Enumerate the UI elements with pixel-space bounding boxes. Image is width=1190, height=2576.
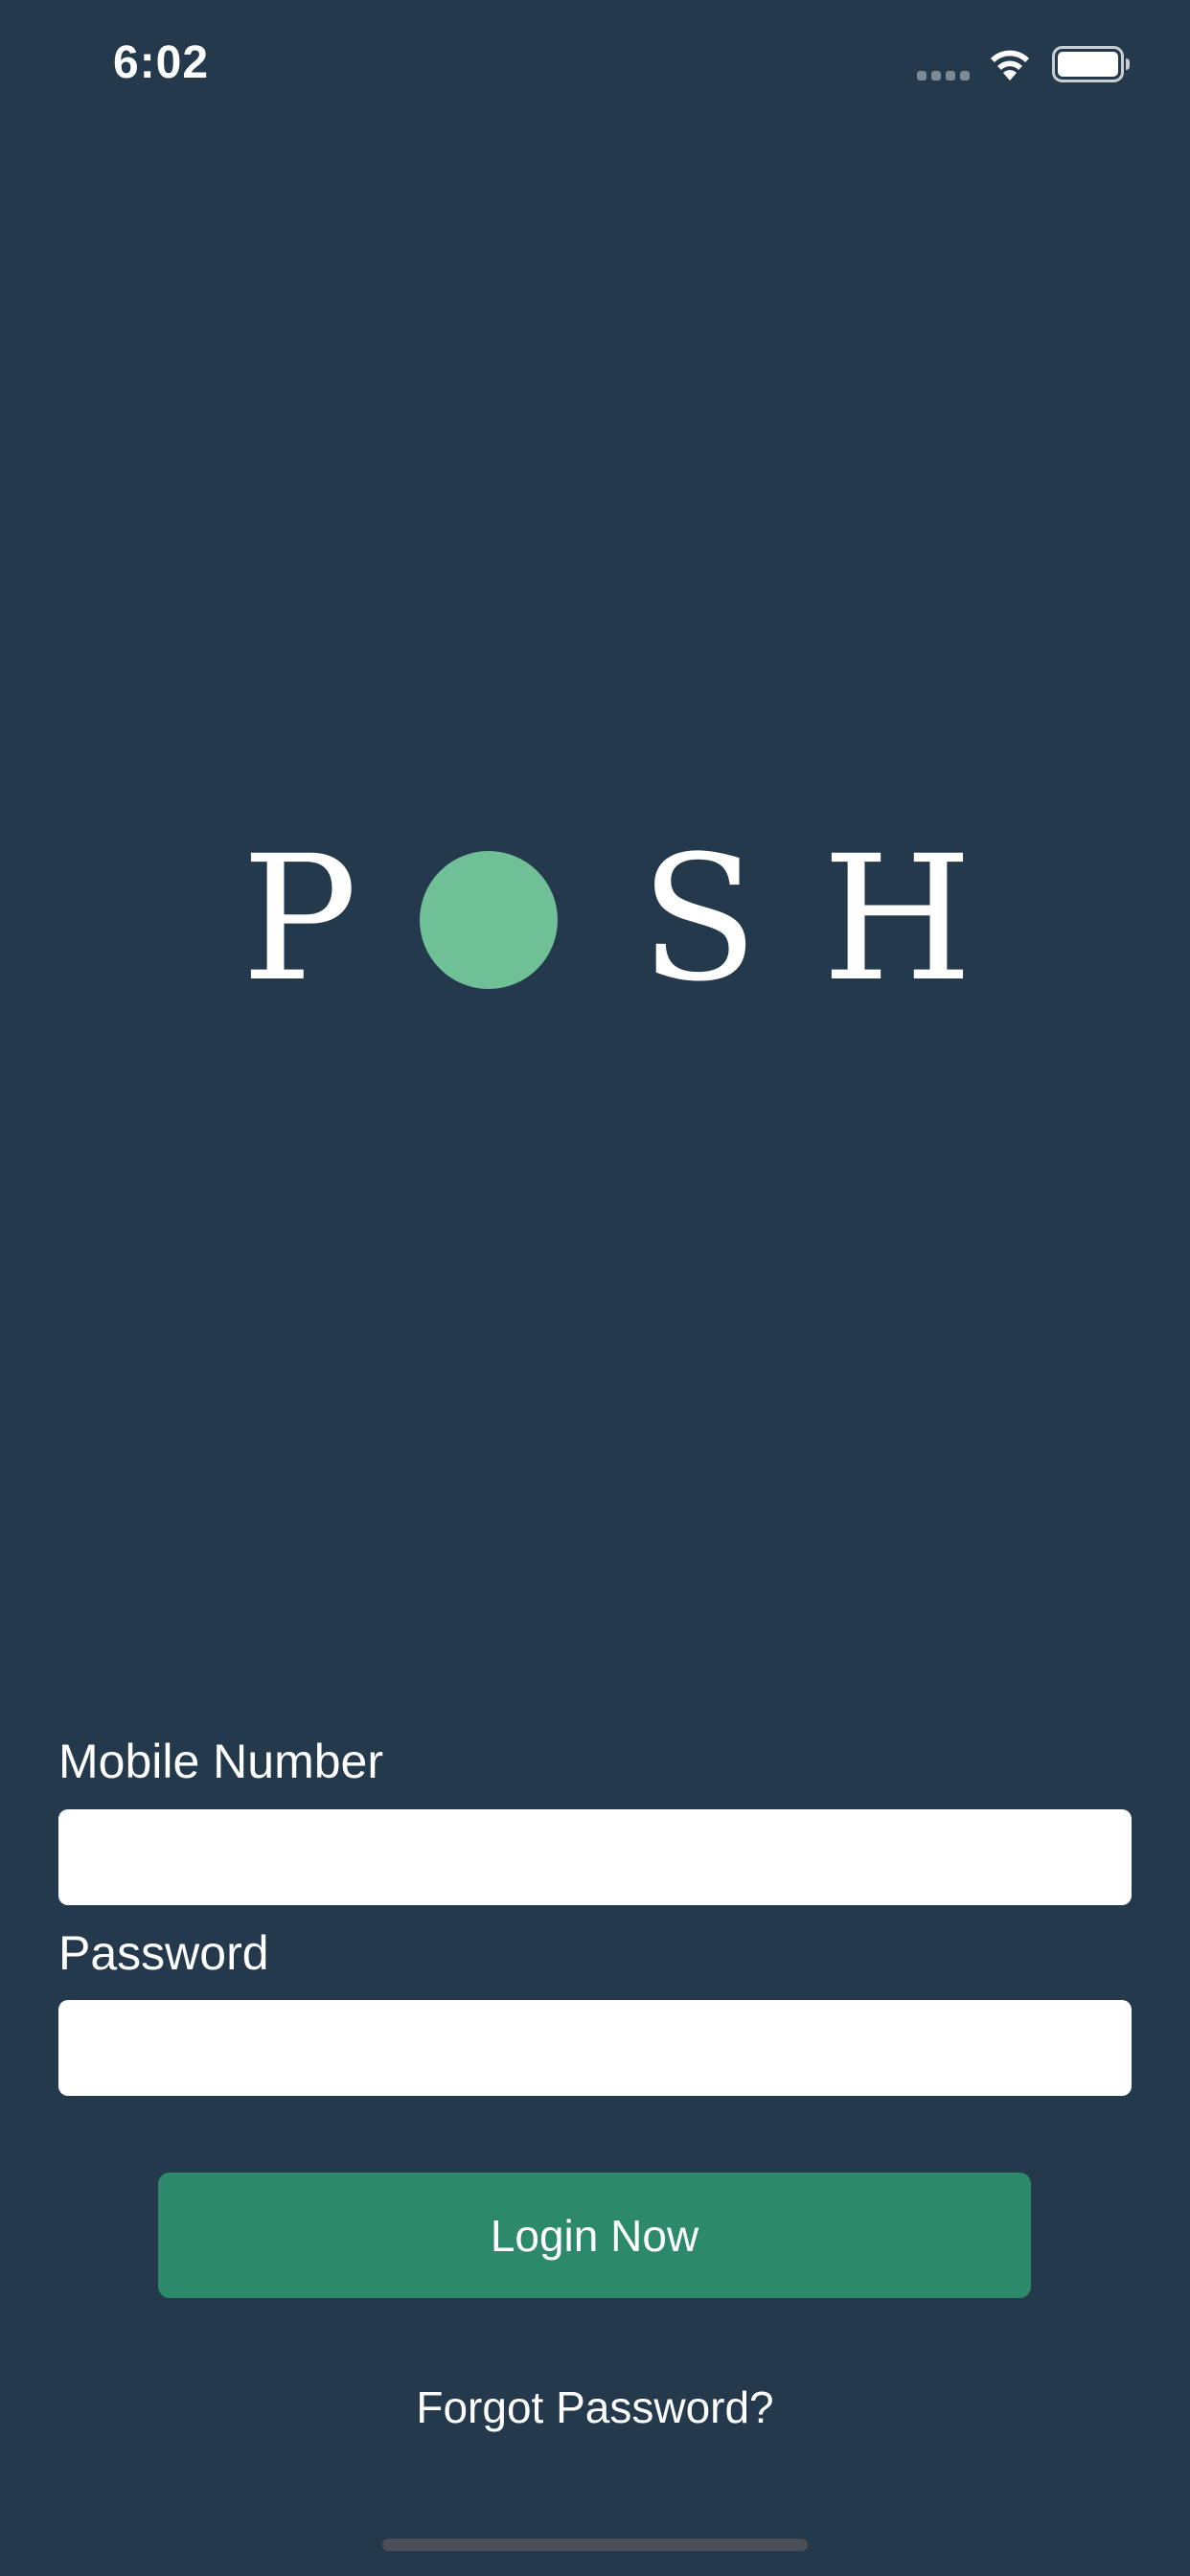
home-indicator — [382, 2539, 808, 2551]
password-label: Password — [58, 1926, 269, 1980]
password-input[interactable] — [58, 2000, 1132, 2096]
login-screen: 6:02 P S H Mobile Number Password Login … — [0, 0, 1190, 2576]
posh-logo: P S H — [0, 834, 1190, 1006]
logo-letter-h: H — [822, 819, 973, 1020]
battery-icon — [1052, 46, 1130, 82]
status-bar: 6:02 — [0, 0, 1190, 134]
logo-letter-p: P — [241, 819, 358, 1020]
mobile-number-input[interactable] — [58, 1809, 1132, 1905]
login-now-button[interactable]: Login Now — [158, 2173, 1031, 2298]
mobile-number-label: Mobile Number — [58, 1735, 384, 1788]
logo-dot-icon — [420, 851, 558, 989]
cellular-signal-icon — [917, 71, 971, 80]
forgot-password-link[interactable]: Forgot Password? — [0, 2381, 1190, 2433]
status-time: 6:02 — [113, 37, 210, 88]
logo-letter-s: S — [640, 819, 759, 1020]
wifi-icon — [991, 50, 1029, 80]
